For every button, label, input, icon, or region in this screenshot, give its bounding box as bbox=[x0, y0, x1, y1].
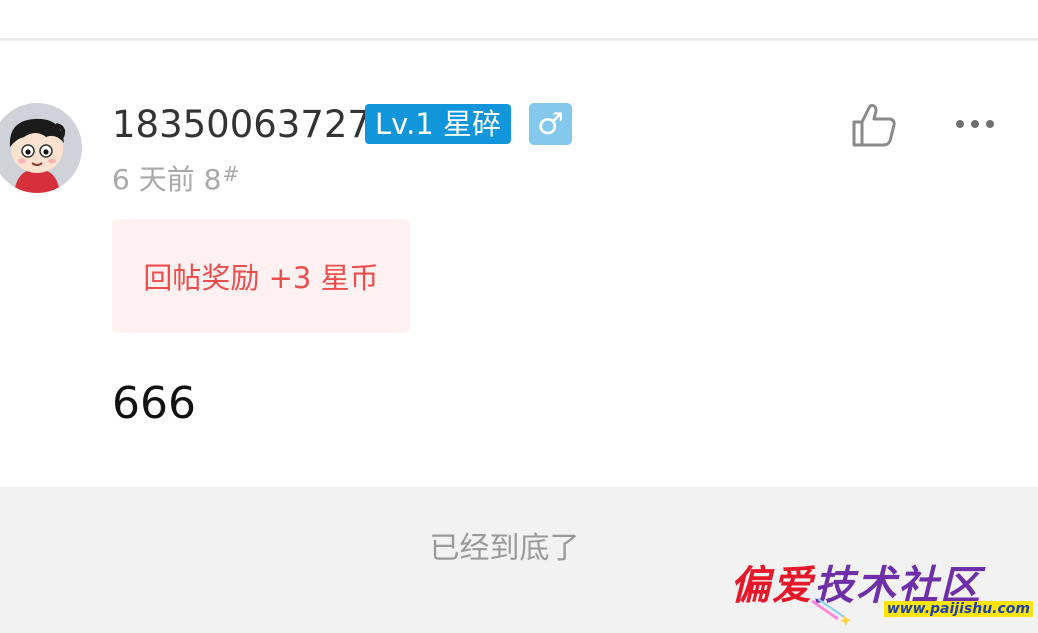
post-time: 6 天前 bbox=[112, 163, 195, 196]
gender-badge: ♂ bbox=[529, 103, 572, 145]
reward-notice: 回帖奖励 +3 星币 bbox=[112, 219, 410, 333]
list-end-footer: 已经到底了 偏爱技术社区 www.paijishu.com bbox=[0, 487, 1038, 633]
sparkle-icon bbox=[811, 598, 851, 625]
post-meta: 6 天前 8# bbox=[112, 162, 239, 198]
level-badge: Lv.1 星碎 bbox=[365, 104, 511, 144]
floor-mark: # bbox=[222, 162, 240, 186]
watermark-title-a: 偏爱 bbox=[730, 562, 814, 609]
watermark-url: www.paijishu.com bbox=[883, 601, 1033, 617]
site-watermark: 偏爱技术社区 www.paijishu.com bbox=[730, 553, 1035, 633]
top-divider bbox=[0, 38, 1038, 41]
comment-content: 666 bbox=[112, 378, 196, 429]
male-icon: ♂ bbox=[537, 106, 564, 142]
floor-number: 8 bbox=[203, 163, 222, 196]
reward-text: 回帖奖励 +3 星币 bbox=[143, 261, 379, 295]
avatar[interactable] bbox=[0, 103, 82, 193]
thumbs-up-icon[interactable] bbox=[850, 102, 898, 148]
username[interactable]: 18350063727 bbox=[112, 102, 371, 148]
more-dots-icon[interactable] bbox=[952, 112, 998, 136]
avatar-cartoon-icon bbox=[0, 103, 82, 193]
